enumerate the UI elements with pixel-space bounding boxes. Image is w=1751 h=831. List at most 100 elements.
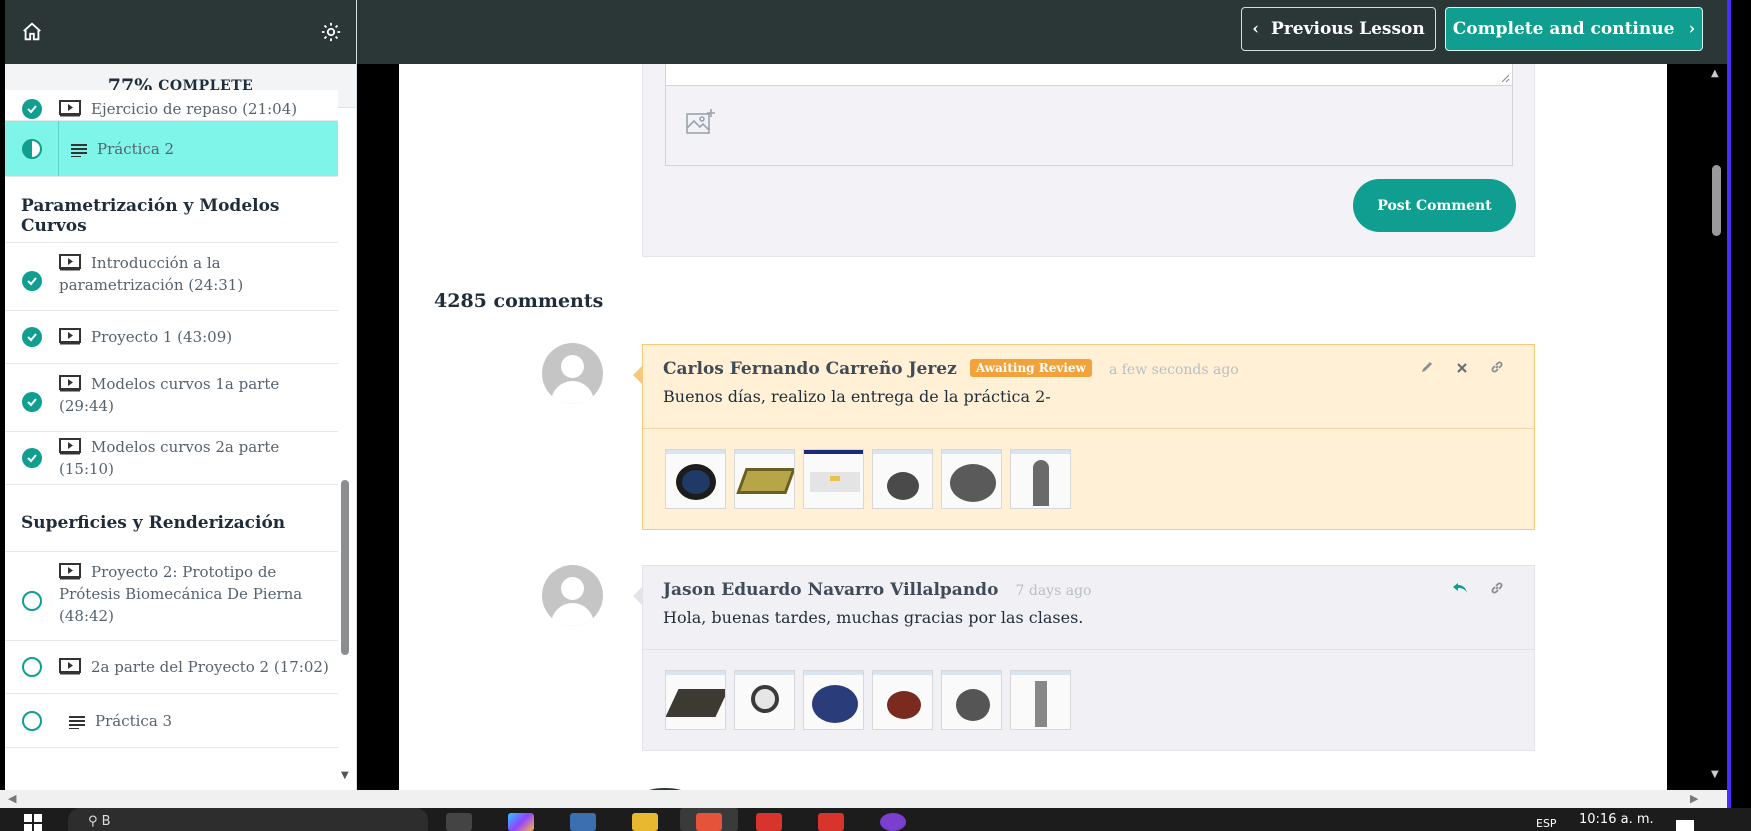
lesson-list: Ejercicio de repaso (21:04) Práctica 2 P… bbox=[5, 90, 338, 748]
app-icon[interactable] bbox=[570, 813, 596, 831]
file-explorer-icon[interactable] bbox=[632, 813, 658, 831]
sidebar-scroll-down-arrow[interactable]: ▼ bbox=[341, 770, 349, 781]
complete-and-continue-button[interactable]: Complete and continue › bbox=[1445, 7, 1703, 51]
course-sidebar: 77% COMPLETE Ejercicio de repaso (21:04)… bbox=[5, 0, 357, 790]
gear-icon[interactable] bbox=[320, 21, 342, 43]
attachment-thumbnail[interactable] bbox=[1010, 449, 1071, 509]
lesson-item[interactable]: Introducción a la parametrización (24:31… bbox=[5, 243, 338, 311]
chevron-right-icon: › bbox=[1688, 19, 1696, 39]
lesson-label: Modelos curvos 2a parte (15:10) bbox=[59, 438, 280, 478]
comment-card: Jason Eduardo Navarro Villalpando 7 days… bbox=[633, 565, 1535, 751]
lesson-label: Práctica 3 bbox=[95, 711, 173, 730]
notification-icon[interactable] bbox=[1676, 820, 1694, 831]
page-scrollbar[interactable]: ▲ ▼ bbox=[1706, 64, 1727, 790]
half-complete-icon bbox=[21, 138, 42, 159]
post-comment-button[interactable]: Post Comment bbox=[1353, 179, 1516, 232]
add-image-icon[interactable] bbox=[686, 109, 716, 140]
sidebar-header bbox=[5, 0, 356, 64]
comment-card: Carlos Fernando Carreño Jerez Awaiting R… bbox=[633, 344, 1535, 530]
close-icon[interactable] bbox=[1456, 359, 1468, 378]
comment-form: Post Comment bbox=[642, 64, 1535, 257]
video-icon bbox=[59, 438, 81, 455]
previous-lesson-label: Previous Lesson bbox=[1271, 19, 1425, 39]
taskbar-search[interactable]: ⚲ B bbox=[68, 808, 428, 831]
link-icon[interactable] bbox=[1490, 580, 1504, 599]
lesson-item[interactable]: Ejercicio de repaso (21:04) bbox=[5, 90, 338, 121]
edit-icon[interactable] bbox=[1420, 359, 1434, 378]
check-icon bbox=[22, 448, 42, 468]
window-edge bbox=[1727, 0, 1731, 831]
section-title: Parametrización y Modelos Curvos bbox=[5, 177, 338, 243]
comment-textarea[interactable] bbox=[665, 64, 1513, 86]
lesson-item[interactable]: Modelos curvos 1a parte (29:44) bbox=[5, 364, 338, 432]
check-icon bbox=[22, 99, 42, 119]
attachment-thumbnail[interactable] bbox=[734, 449, 795, 509]
attachment-area[interactable] bbox=[665, 86, 1513, 166]
language-indicator[interactable]: ESP bbox=[1536, 817, 1557, 830]
lesson-label: 2a parte del Proyecto 2 (17:02) bbox=[91, 658, 329, 676]
incomplete-circle-icon bbox=[22, 657, 42, 677]
windows-taskbar: ⚲ B ESP 10:16 a. m. bbox=[0, 808, 1751, 831]
lesson-item[interactable]: Práctica 3 bbox=[5, 694, 338, 748]
scroll-up-arrow[interactable]: ▲ bbox=[1711, 68, 1719, 79]
comment-time[interactable]: 7 days ago bbox=[1016, 583, 1092, 599]
attachment-thumbnail[interactable] bbox=[941, 449, 1002, 509]
check-icon bbox=[22, 327, 42, 347]
scroll-left-arrow[interactable]: ◀ bbox=[8, 792, 16, 805]
top-bar: ‹ Previous Lesson Complete and continue … bbox=[357, 0, 1727, 64]
lesson-label: Proyecto 2: Prototipo de Prótesis Biomec… bbox=[59, 563, 303, 625]
resize-handle-icon[interactable] bbox=[1501, 74, 1510, 83]
avatar bbox=[542, 565, 603, 626]
lesson-item[interactable]: Proyecto 2: Prototipo de Prótesis Biomec… bbox=[5, 552, 338, 641]
copilot-icon[interactable] bbox=[508, 813, 534, 831]
reply-icon[interactable] bbox=[1452, 580, 1468, 599]
comment-author[interactable]: Jason Eduardo Navarro Villalpando bbox=[663, 580, 998, 600]
link-icon[interactable] bbox=[1490, 359, 1504, 378]
video-icon bbox=[59, 100, 81, 117]
attachment-thumbnail[interactable] bbox=[941, 670, 1002, 730]
lesson-label: Ejercicio de repaso (21:04) bbox=[91, 100, 298, 118]
video-icon bbox=[59, 254, 81, 271]
attachment-thumbnail[interactable] bbox=[665, 449, 726, 509]
lesson-item[interactable]: Proyecto 1 (43:09) bbox=[5, 311, 338, 364]
browser-icon[interactable] bbox=[696, 813, 722, 831]
comment-text: Hola, buenas tardes, muchas gracias por … bbox=[663, 608, 1084, 627]
app-icon[interactable] bbox=[880, 813, 906, 831]
windows-start-icon[interactable] bbox=[24, 814, 42, 831]
scroll-down-arrow[interactable]: ▼ bbox=[1711, 769, 1719, 780]
task-view-icon[interactable] bbox=[446, 813, 472, 831]
section-title: Superficies y Renderización bbox=[5, 485, 338, 552]
attachment-thumbnail[interactable] bbox=[872, 449, 933, 509]
app-icon[interactable] bbox=[756, 813, 782, 831]
scrollbar-thumb[interactable] bbox=[1712, 165, 1721, 236]
attachment-thumbnail[interactable] bbox=[872, 670, 933, 730]
lesson-label: Práctica 2 bbox=[97, 139, 175, 158]
app-icon[interactable] bbox=[818, 813, 844, 831]
lesson-item[interactable]: Modelos curvos 2a parte (15:10) bbox=[5, 432, 338, 485]
text-lesson-icon bbox=[71, 143, 87, 157]
video-icon bbox=[59, 563, 81, 580]
attachment-thumbnails bbox=[643, 650, 1534, 750]
attachment-thumbnail[interactable] bbox=[803, 670, 864, 730]
attachment-thumbnail[interactable] bbox=[734, 670, 795, 730]
comment-author[interactable]: Carlos Fernando Carreño Jerez bbox=[663, 359, 957, 379]
attachment-thumbnail[interactable] bbox=[665, 670, 726, 730]
complete-and-continue-label: Complete and continue bbox=[1452, 19, 1675, 39]
sidebar-scrollbar[interactable] bbox=[341, 480, 349, 655]
lesson-item-active[interactable]: Práctica 2 bbox=[5, 121, 338, 177]
video-icon bbox=[59, 328, 81, 345]
lesson-label: Proyecto 1 (43:09) bbox=[91, 328, 233, 346]
chevron-left-icon: ‹ bbox=[1252, 19, 1260, 39]
attachment-thumbnail[interactable] bbox=[1010, 670, 1071, 730]
lesson-item[interactable]: 2a parte del Proyecto 2 (17:02) bbox=[5, 641, 338, 694]
comment-time[interactable]: a few seconds ago bbox=[1109, 362, 1239, 378]
attachment-thumbnail[interactable] bbox=[803, 449, 864, 509]
horizontal-scrollbar[interactable]: ◀ ▶ bbox=[0, 790, 1727, 808]
previous-lesson-button[interactable]: ‹ Previous Lesson bbox=[1241, 7, 1436, 51]
scroll-right-arrow[interactable]: ▶ bbox=[1690, 792, 1698, 805]
home-icon[interactable] bbox=[21, 21, 43, 43]
main-content-area: Post Comment 4285 comments Carlos Fernan… bbox=[357, 64, 1727, 790]
clock[interactable]: 10:16 a. m. bbox=[1579, 812, 1654, 827]
check-icon bbox=[22, 271, 42, 291]
video-icon bbox=[59, 658, 81, 675]
